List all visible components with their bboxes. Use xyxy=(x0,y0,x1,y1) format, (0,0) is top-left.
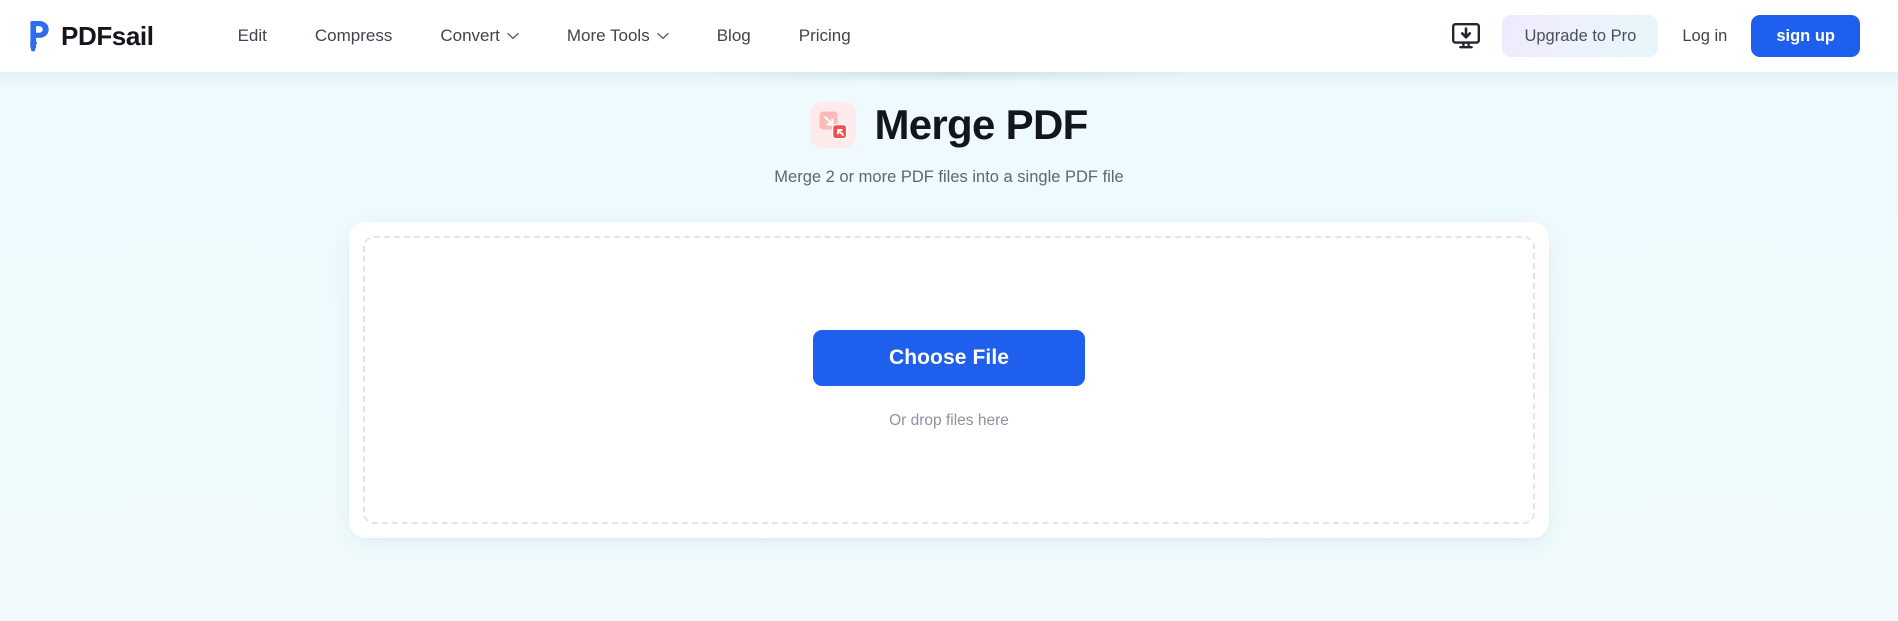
nav-item-label: Edit xyxy=(237,26,267,45)
sign-up-button[interactable]: sign up xyxy=(1751,15,1860,57)
nav-item-convert[interactable]: Convert xyxy=(416,18,543,54)
page-root: PDFsail Edit Compress Convert More Tools xyxy=(0,0,1898,621)
log-in-button[interactable]: Log in xyxy=(1658,15,1751,57)
nav-item-label: Compress xyxy=(314,26,393,45)
brand-name: PDFsail xyxy=(61,20,154,51)
monitor-download-icon xyxy=(1452,23,1481,49)
nav-item-compress[interactable]: Compress xyxy=(291,18,416,54)
nav-item-label: Blog xyxy=(716,26,751,45)
main-content: Merge PDF Merge 2 or more PDF files into… xyxy=(0,72,1898,538)
page-title-row: Merge PDF xyxy=(810,101,1088,148)
merge-pdf-icon xyxy=(810,102,857,148)
nav-item-pricing[interactable]: Pricing xyxy=(775,18,875,54)
nav-item-label: Pricing xyxy=(798,26,851,45)
page-subtitle: Merge 2 or more PDF files into a single … xyxy=(774,168,1124,186)
chevron-down-icon xyxy=(507,32,519,40)
main-navigation: Edit Compress Convert More Tools Blog Pr… xyxy=(214,18,875,54)
nav-item-label: More Tools xyxy=(566,26,650,45)
choose-file-button[interactable]: Choose File xyxy=(813,330,1085,386)
header-actions: Upgrade to Pro Log in sign up xyxy=(1444,15,1860,57)
chevron-down-icon xyxy=(657,32,669,40)
nav-item-edit[interactable]: Edit xyxy=(214,18,291,54)
drop-files-hint: Or drop files here xyxy=(889,412,1009,429)
upload-card: Choose File Or drop files here xyxy=(349,222,1549,538)
site-header: PDFsail Edit Compress Convert More Tools xyxy=(0,0,1898,72)
upgrade-to-pro-button[interactable]: Upgrade to Pro xyxy=(1502,15,1659,57)
pdfsail-sailboat-p-logo-icon xyxy=(22,19,52,53)
page-title: Merge PDF xyxy=(874,101,1088,148)
nav-item-blog[interactable]: Blog xyxy=(693,18,775,54)
brand-logo-link[interactable]: PDFsail xyxy=(22,19,154,53)
nav-item-more-tools[interactable]: More Tools xyxy=(543,18,693,54)
desktop-app-download-button[interactable] xyxy=(1444,16,1488,56)
nav-item-label: Convert xyxy=(440,26,500,45)
file-dropzone[interactable]: Choose File Or drop files here xyxy=(363,236,1535,524)
